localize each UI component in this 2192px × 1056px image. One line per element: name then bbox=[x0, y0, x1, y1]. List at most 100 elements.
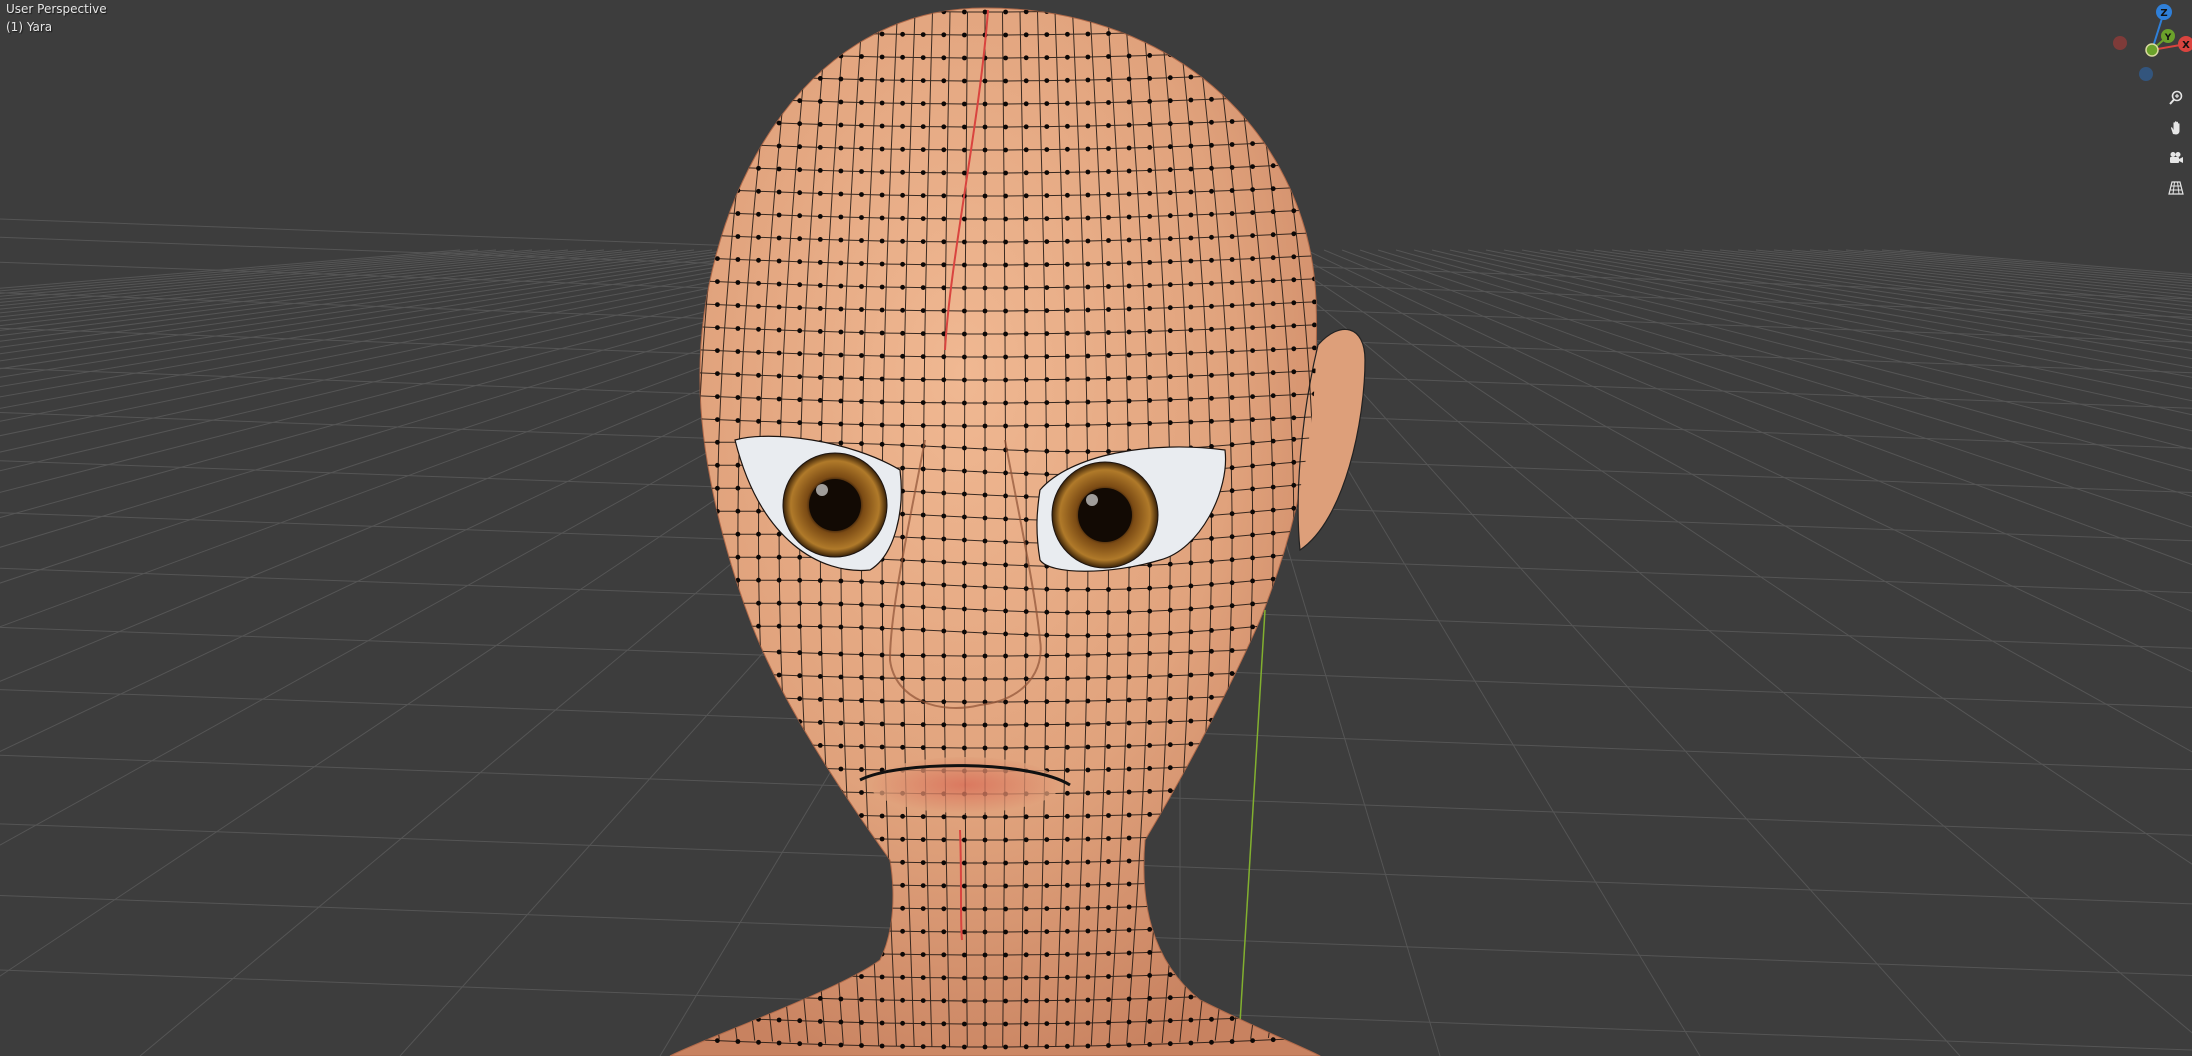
mesh-vertex bbox=[1188, 373, 1194, 379]
mesh-vertex bbox=[962, 423, 967, 429]
mesh-vertex bbox=[1167, 903, 1173, 909]
mesh-vertex bbox=[776, 51, 782, 57]
mesh-vertex bbox=[1044, 193, 1050, 199]
mesh-vertex bbox=[1023, 285, 1029, 291]
mesh-vertex bbox=[982, 653, 988, 659]
mesh-vertex bbox=[1291, 852, 1297, 858]
mesh-vertex bbox=[941, 423, 947, 429]
mesh-vertex bbox=[1167, 561, 1173, 567]
mesh-vertex bbox=[653, 829, 658, 834]
mesh-vertex bbox=[673, 346, 679, 352]
mesh-vertex bbox=[1333, 161, 1338, 166]
mesh-vertex bbox=[653, 509, 658, 514]
grid-line bbox=[1683, 249, 2192, 311]
mesh-vertex bbox=[756, 855, 761, 861]
zoom-button[interactable] bbox=[2164, 86, 2188, 110]
mesh-vertex bbox=[1250, 210, 1255, 216]
mesh-vertex bbox=[1209, 303, 1214, 309]
mesh-vertex bbox=[653, 737, 658, 742]
mesh-vertex bbox=[633, 920, 638, 925]
mesh-vertex bbox=[1147, 421, 1153, 426]
mesh-vertex bbox=[653, 944, 658, 949]
mesh-vertex bbox=[920, 512, 926, 518]
mesh-vertex bbox=[1333, 897, 1338, 902]
mesh-vertex bbox=[1147, 585, 1153, 591]
mesh-vertex bbox=[900, 330, 905, 336]
mesh-vertex bbox=[797, 765, 803, 771]
mesh-vertex bbox=[756, 27, 761, 33]
mesh-vertex bbox=[715, 164, 720, 170]
grid-line bbox=[1323, 249, 2192, 612]
mesh-vertex bbox=[1147, 283, 1153, 288]
orthographic-toggle-button[interactable] bbox=[2164, 176, 2188, 200]
grid-line bbox=[1449, 249, 2192, 416]
mesh-vertex bbox=[879, 928, 885, 934]
mesh-vertex bbox=[817, 766, 823, 771]
mesh-vertex bbox=[1312, 782, 1317, 788]
mesh-vertex bbox=[1065, 974, 1070, 980]
mesh-vertex bbox=[900, 698, 905, 704]
mesh-vertex bbox=[859, 579, 864, 584]
pan-button[interactable] bbox=[2164, 116, 2188, 140]
scene-render[interactable] bbox=[0, 0, 2192, 1056]
mesh-vertex bbox=[1250, 923, 1255, 928]
mesh-vertex bbox=[1188, 1040, 1194, 1046]
mesh-vertex bbox=[1167, 607, 1173, 613]
mesh-vertex bbox=[1312, 828, 1317, 834]
mesh-vertex bbox=[715, 531, 720, 537]
mesh-vertex bbox=[756, 531, 761, 537]
mesh-vertex bbox=[1023, 354, 1029, 360]
camera-view-button[interactable] bbox=[2164, 146, 2188, 170]
character-head-mesh[interactable] bbox=[633, 0, 1366, 1056]
mesh-vertex bbox=[900, 146, 905, 152]
mesh-vertex bbox=[962, 1021, 967, 1027]
mesh-vertex bbox=[673, 116, 679, 122]
mesh-vertex bbox=[920, 581, 926, 587]
mesh-vertex bbox=[797, 949, 803, 955]
mesh-vertex bbox=[1250, 49, 1255, 54]
mesh-vertex bbox=[1126, 609, 1132, 615]
mesh-vertex bbox=[838, 398, 844, 404]
mesh-vertex bbox=[673, 369, 679, 375]
mesh-vertex bbox=[776, 925, 782, 931]
mesh-vertex bbox=[1188, 764, 1194, 770]
mesh-vertex bbox=[1291, 231, 1297, 237]
mesh-vertex bbox=[1023, 308, 1029, 314]
3d-viewport[interactable]: User Perspective (1) Yara Z X Y bbox=[0, 0, 2192, 1056]
mesh-vertex bbox=[962, 354, 967, 360]
mesh-vertex bbox=[653, 415, 658, 420]
mesh-vertex bbox=[1209, 257, 1214, 263]
mesh-vertex bbox=[776, 1040, 782, 1046]
mesh-vertex bbox=[1188, 718, 1194, 724]
mesh-vertex bbox=[1147, 674, 1153, 679]
mesh-vertex bbox=[1085, 675, 1091, 681]
mesh-vertex bbox=[962, 929, 967, 935]
mesh-vertex bbox=[735, 1039, 741, 1044]
mesh-vertex bbox=[735, 280, 741, 285]
mesh-vertex bbox=[1229, 763, 1235, 768]
mesh-vertex bbox=[982, 676, 988, 682]
mesh-vertex bbox=[962, 837, 967, 843]
mesh-vertex bbox=[1023, 239, 1029, 245]
mesh-vertex bbox=[1188, 695, 1194, 701]
mesh-vertex bbox=[1333, 782, 1338, 787]
mesh-vertex bbox=[1126, 789, 1132, 795]
mesh-vertex bbox=[1188, 419, 1194, 425]
mesh-vertex bbox=[776, 764, 782, 770]
mesh-vertex bbox=[900, 951, 905, 957]
mesh-vertex bbox=[633, 138, 638, 143]
navigation-gizmo[interactable]: Z X Y bbox=[2108, 0, 2192, 84]
mesh-vertex bbox=[1106, 284, 1111, 289]
mesh-vertex bbox=[1312, 874, 1317, 880]
mesh-vertex bbox=[941, 55, 947, 61]
mesh-vertex bbox=[941, 883, 947, 889]
mesh-vertex bbox=[1250, 302, 1255, 307]
mesh-vertex bbox=[1291, 691, 1297, 697]
mesh-vertex bbox=[735, 740, 741, 745]
mesh-vertex bbox=[673, 578, 679, 583]
mesh-vertex bbox=[1147, 53, 1153, 58]
mesh-vertex bbox=[1085, 882, 1091, 888]
mesh-vertex bbox=[1044, 170, 1050, 176]
mesh-vertex bbox=[982, 331, 988, 337]
mesh-vertex bbox=[1209, 947, 1214, 953]
